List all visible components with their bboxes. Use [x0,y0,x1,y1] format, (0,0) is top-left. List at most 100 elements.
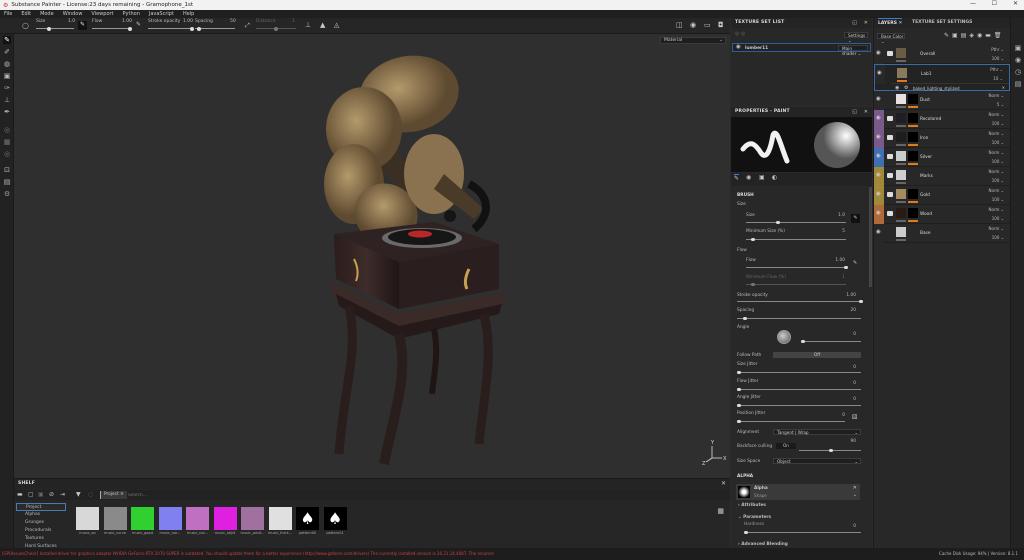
layer-opacity[interactable]: 100 ⌄ [992,121,1004,126]
texture-set-row[interactable]: ◉ lumber11 Main shader ⌄ [732,43,871,56]
add-mask-icon[interactable]: ◈ [969,32,977,39]
stroke-opacity-slider[interactable] [737,299,863,304]
document-icon[interactable]: ▤ [3,178,11,186]
layer-opacity[interactable]: 100 ⌄ [992,159,1004,164]
flow-slider[interactable] [92,26,132,31]
polygon-fill-icon[interactable]: ▦ [3,138,11,146]
eye-icon[interactable]: ◉ [876,191,881,197]
layer-opacity[interactable]: 5 ⌄ [997,102,1004,107]
screenshot-icon[interactable]: ◘ [718,21,724,29]
layer-opacity[interactable]: 100 ⌄ [992,197,1004,202]
blend-mode-dropdown[interactable]: Norm ⌄ [988,207,1004,212]
blend-mode-dropdown[interactable]: Pthr ⌄ [991,47,1004,52]
layer-row[interactable]: ◉ Base Norm ⌄ 100 ⌄ [874,224,1010,243]
layer-opacity[interactable]: 100 ⌄ [992,56,1004,61]
size-slider[interactable] [36,26,74,31]
blend-mode-dropdown[interactable]: Norm ⌄ [988,188,1004,193]
minimize-button[interactable]: — [970,0,976,7]
blend-mode-dropdown[interactable]: Norm ⌄ [988,226,1004,231]
shelf-item-thumbnail[interactable] [131,507,154,530]
eraser-icon[interactable]: ✐ [3,48,11,56]
random-seed-icon[interactable]: ⚄ [852,414,857,421]
brush-shape-icon[interactable]: ○ [22,21,29,30]
layer-row[interactable]: ◉ Marks Norm ⌄ 100 ⌄ [874,167,1010,186]
new-item-icon[interactable]: ▢ [28,491,34,498]
hardness-slider[interactable] [744,530,861,535]
distance-slider[interactable] [256,26,296,31]
settings-dropdown[interactable]: Settings ⌄ [844,32,868,43]
blend-mode-dropdown[interactable]: Norm ⌄ [988,131,1004,136]
stroke-opacity-slider[interactable] [148,26,194,31]
backface-angle-slider[interactable] [799,448,861,453]
hide-icon[interactable]: ⊘ [49,491,54,498]
delete-layer-icon[interactable]: 🗑 [994,32,1005,39]
settings-icon[interactable]: ⚙ [3,190,11,198]
remove-tag-icon[interactable]: ✕ [120,492,124,497]
folder-icon[interactable]: ▬ [17,491,23,498]
paint-brush-icon[interactable]: ✎ [3,36,11,44]
position-jitter-slider[interactable] [737,419,845,424]
min-flow-slider[interactable] [746,282,846,287]
lazy-mouse-icon[interactable]: ⤢ [245,22,250,30]
angle-dial[interactable] [777,330,791,344]
tab-layers[interactable]: LAYERS ✕ [878,18,903,28]
float-panel-icon[interactable]: ◱ [852,20,857,26]
save-icon[interactable]: ▣ [38,491,44,498]
eye-icon[interactable]: ◉ [876,229,881,235]
flow-pressure-icon[interactable]: ✎ [853,260,857,266]
spacing-slider[interactable] [195,26,235,31]
remove-alpha-icon[interactable]: ✕ [853,485,857,491]
alignment-dropdown[interactable]: Tangent | Wrap ⌄ [773,429,861,435]
shelf-item-thumbnail[interactable] [76,507,99,530]
advanced-blending-section[interactable]: › Advanced Blending [738,542,788,547]
eye-icon[interactable]: ◉ [876,210,881,216]
blend-mode-dropdown[interactable]: Norm ⌄ [988,93,1004,98]
environment-icon[interactable]: ◉ [690,21,696,29]
camera-view-icon[interactable]: ◫ [676,21,683,29]
shelf-category-item[interactable]: Textures [16,535,66,543]
properties-scrollbar[interactable] [869,187,872,287]
layer-opacity[interactable]: 10 ⌄ [993,76,1003,81]
clear-filter-icon[interactable]: ○ [88,491,93,498]
shelf-item-thumbnail[interactable] [158,507,182,530]
shelf-item-thumbnail[interactable] [103,507,127,530]
visibility-toggle-icon[interactable]: ◎ ◎ [735,31,745,37]
size-jitter-slider[interactable] [737,370,861,375]
channel-dropdown[interactable]: Base Color ⌄ [877,33,905,44]
blend-mode-dropdown[interactable]: Norm ⌄ [988,169,1004,174]
layer-opacity[interactable]: 100 ⌄ [992,235,1004,240]
smudge-icon[interactable]: ✑ [3,84,11,92]
layer-row[interactable]: ◉ Overall Pthr ⌄ 100 ⌄ [874,45,1010,64]
eye-icon[interactable]: ◉ [876,172,881,178]
material-picker-icon[interactable]: ◎ [3,150,11,158]
bake-icon[interactable]: ◎ [3,126,11,134]
follow-path-toggle[interactable]: Off [773,352,861,358]
menu-javascript[interactable]: JavaScript [149,11,174,17]
add-generator-icon[interactable]: ◉ [977,32,985,39]
layer-opacity[interactable]: 100 ⌄ [992,178,1004,183]
history-icon[interactable]: ◷ [1014,68,1022,76]
shelf-item-thumbnail[interactable] [268,507,292,530]
display-settings-icon[interactable]: ▣ [1014,44,1022,52]
shelf-item-thumbnail[interactable]: ♠ [323,507,347,530]
backface-culling-toggle[interactable]: On [776,443,796,449]
flow-slider[interactable] [746,265,848,270]
menu-edit[interactable]: Edit [21,11,31,17]
shelf-item-thumbnail[interactable] [241,507,264,530]
shelf-category-item[interactable]: Alphas [16,511,66,519]
grid-view-icon[interactable]: ▦ [717,507,724,515]
alpha-slot[interactable]: Alpha Shape ✕ ⌄ [736,484,860,500]
attributes-section[interactable]: › Attributes [738,503,766,508]
log-icon[interactable]: ▤ [1014,80,1022,88]
shader-settings-icon[interactable]: ◉ [1014,56,1022,64]
shelf-category-item[interactable]: Grunges [16,519,66,527]
eye-icon[interactable]: ◉ [876,153,881,159]
add-effect-icon[interactable]: ✎ [944,32,952,39]
display-settings-icon[interactable]: ▭ [704,21,711,29]
menu-python[interactable]: Python [123,11,140,17]
eye-icon[interactable]: ◉ [877,70,882,76]
eye-icon[interactable]: ◉ [876,134,881,140]
menu-mode[interactable]: Mode [40,11,54,17]
layer-row[interactable]: ◉ Wood Norm ⌄ 100 ⌄ [874,205,1010,224]
layer-row[interactable]: ◉ Dust Norm ⌄ 5 ⌄ [874,91,1010,110]
